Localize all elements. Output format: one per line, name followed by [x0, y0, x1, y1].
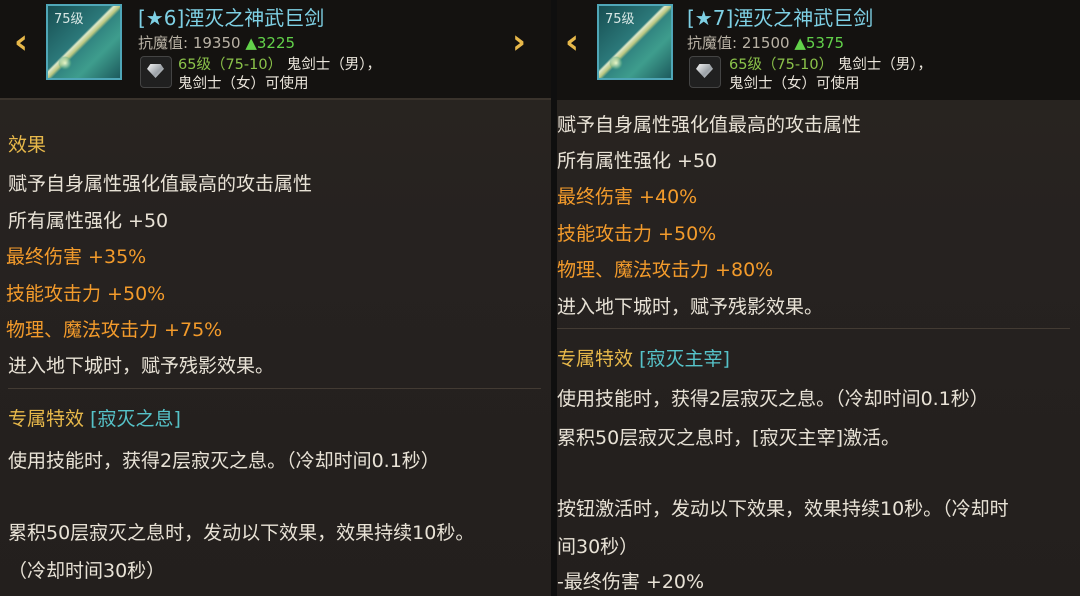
gem-icon: [689, 56, 721, 88]
special-line: 按钮激活时，发动以下效果，效果持续10秒。（冷却时: [557, 498, 1009, 520]
effect-line: 进入地下城时，赋予残影效果。: [8, 355, 275, 377]
stat-value: +40%: [633, 186, 698, 208]
stat-value: +50%: [652, 223, 717, 245]
icon-glint: [609, 56, 623, 70]
special-line: （冷却时间30秒）: [8, 560, 166, 582]
resist-increase: ▲3225: [245, 34, 296, 52]
next-arrow-icon[interactable]: ›: [508, 25, 530, 59]
special-line: 间30秒）: [557, 536, 639, 558]
item-panel-right: ‹ 75级 [★7]湮灭之神武巨剑 抗魔值: 21500 ▲5375 65级（7…: [557, 0, 1080, 596]
effect-line: 技能攻击力 +50%: [6, 279, 165, 306]
stat-name: 最终伤害: [557, 186, 634, 208]
prev-arrow-icon[interactable]: ‹: [10, 25, 32, 59]
stat-name: 技能攻击力: [557, 223, 653, 245]
stat-name: 最终伤害: [6, 246, 83, 268]
effect-line: 赋予自身属性强化值最高的攻击属性: [8, 173, 313, 195]
stat-value: +80%: [709, 259, 774, 281]
effect-line: 技能攻击力 +50%: [557, 219, 716, 246]
special-header: 专属特效 [寂灭主宰]: [557, 344, 730, 371]
item-panel-left: ‹ 75级 [★6]湮灭之神武巨剑 抗魔值: 19350 ▲3225 65级（7…: [0, 0, 551, 596]
requirement-line-2: 鬼剑士（女）可使用: [178, 76, 309, 92]
header-border: [0, 98, 551, 100]
icon-level: 75级: [605, 12, 635, 27]
resist-row: 抗魔值: 21500 ▲5375: [687, 32, 844, 53]
special-line: 累积50层寂灭之息时，发动以下效果，效果持续10秒。: [8, 522, 475, 544]
required-level: 65级（75-10）: [729, 57, 834, 73]
gem-icon: [140, 56, 172, 88]
effect-line: 所有属性强化 +50: [557, 150, 718, 172]
special-line: 累积50层寂灭之息时，[寂灭主宰]激活。: [557, 427, 901, 449]
stat-name: 物理、魔法攻击力: [6, 319, 159, 341]
requirement-line-1: 65级（75-10） 鬼剑士（男），: [178, 53, 381, 74]
item-header-right: ‹ 75级 [★7]湮灭之神武巨剑 抗魔值: 21500 ▲5375 65级（7…: [557, 0, 1080, 100]
special-line: 使用技能时，获得2层寂灭之息。（冷却时间0.1秒）: [8, 450, 440, 472]
comparison-view: ‹ 75级 [★6]湮灭之神武巨剑 抗魔值: 19350 ▲3225 65级（7…: [0, 0, 1080, 596]
effect-line: 物理、魔法攻击力 +80%: [557, 255, 773, 282]
effect-line: 最终伤害 +40%: [557, 182, 697, 209]
required-level: 65级（75-10）: [178, 57, 283, 73]
weapon-icon[interactable]: 75级: [597, 4, 673, 80]
effect-line: 进入地下城时，赋予残影效果。: [557, 296, 824, 318]
icon-level: 75级: [54, 12, 84, 27]
special-line: -最终伤害 +20%: [557, 571, 705, 593]
stat-value: +50%: [101, 283, 166, 305]
special-line: 使用技能时，获得2层寂灭之息。（冷却时间0.1秒）: [557, 388, 989, 410]
stat-name: 物理、魔法攻击力: [557, 259, 710, 281]
resist-increase: ▲5375: [794, 34, 845, 52]
effect-line: 物理、魔法攻击力 +75%: [6, 315, 222, 342]
requirement-line-2: 鬼剑士（女）可使用: [729, 76, 860, 92]
class-male: 鬼剑士（男），: [837, 57, 932, 73]
effect-line: 最终伤害 +35%: [6, 242, 146, 269]
resist-value: 19350: [192, 34, 241, 52]
icon-glint: [58, 56, 72, 70]
item-title: [★7]湮灭之神武巨剑: [687, 6, 874, 30]
special-name: [寂灭主宰]: [639, 348, 730, 370]
effect-header: 效果: [8, 134, 47, 156]
special-label: 专属特效: [557, 348, 634, 370]
stat-value: +75%: [158, 319, 223, 341]
item-header-left: ‹ 75级 [★6]湮灭之神武巨剑 抗魔值: 19350 ▲3225 65级（7…: [0, 0, 551, 100]
stat-value: +35%: [82, 246, 147, 268]
section-divider: [557, 328, 1070, 329]
stat-name: 技能攻击力: [6, 283, 102, 305]
item-title: [★6]湮灭之神武巨剑: [138, 6, 325, 30]
section-divider: [8, 388, 541, 389]
requirement-line-1: 65级（75-10） 鬼剑士（男），: [729, 53, 932, 74]
class-male: 鬼剑士（男），: [286, 57, 381, 73]
special-header: 专属特效 [寂灭之息]: [8, 404, 181, 431]
effect-line: 所有属性强化 +50: [8, 210, 169, 232]
special-label: 专属特效: [8, 408, 85, 430]
resist-value: 21500: [741, 34, 790, 52]
resist-label: 抗魔值:: [687, 34, 738, 52]
weapon-icon[interactable]: 75级: [46, 4, 122, 80]
resist-row: 抗魔值: 19350 ▲3225: [138, 32, 295, 53]
special-name: [寂灭之息]: [90, 408, 181, 430]
resist-label: 抗魔值:: [138, 34, 189, 52]
prev-arrow-icon[interactable]: ‹: [561, 25, 583, 59]
effect-line: 赋予自身属性强化值最高的攻击属性: [557, 114, 862, 136]
